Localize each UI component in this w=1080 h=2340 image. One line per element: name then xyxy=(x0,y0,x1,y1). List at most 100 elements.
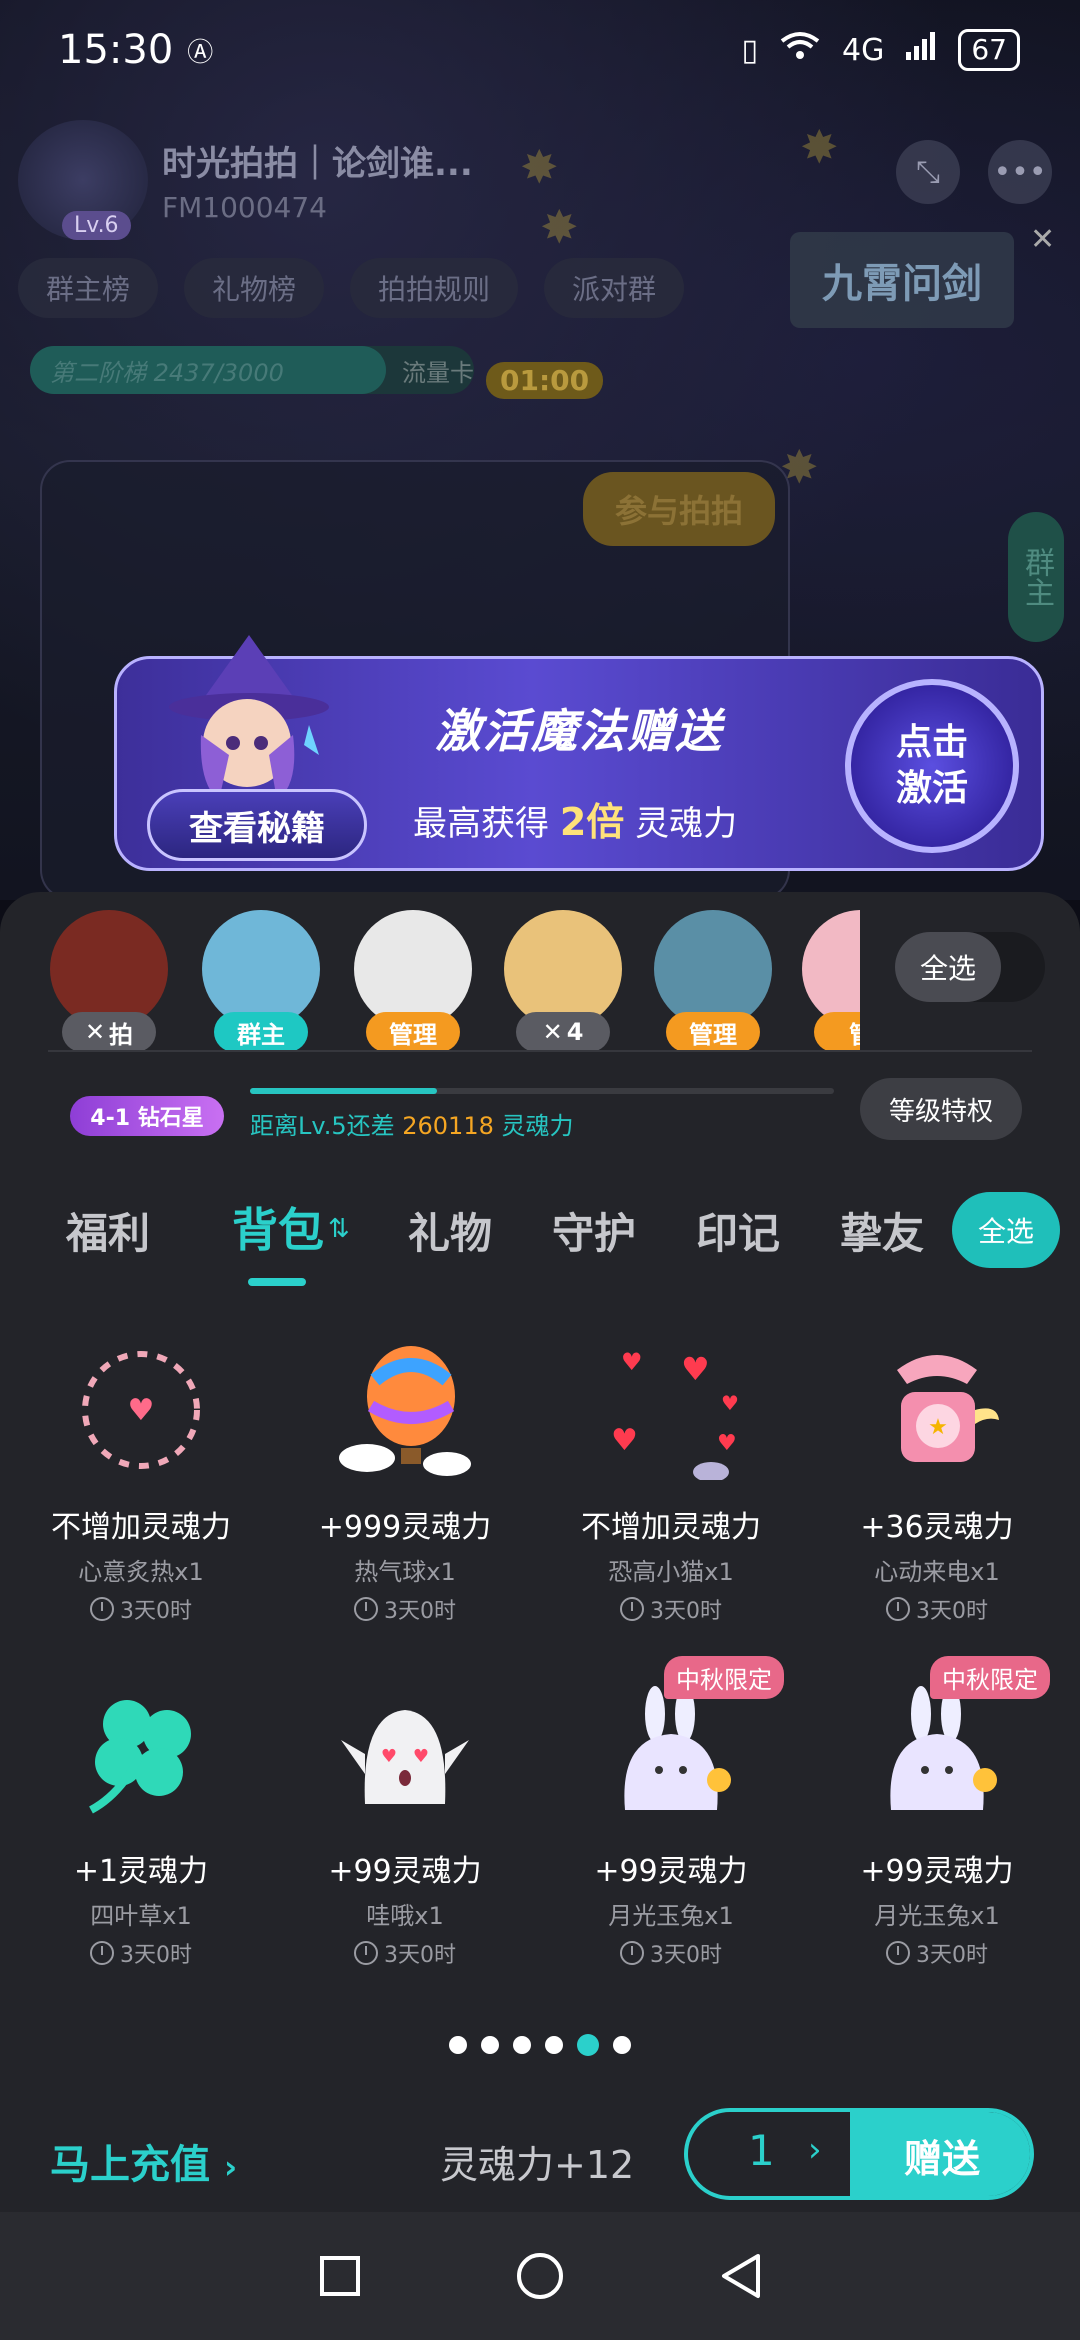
room-tab[interactable]: 礼物榜 xyxy=(184,258,325,318)
room-tab[interactable]: 群主榜 xyxy=(18,258,159,318)
gift-item[interactable]: ♥ 不增加灵魂力 心意炙热x1 3天0时 xyxy=(16,1340,266,1640)
pagination-dots xyxy=(0,2034,1080,2056)
pagination-dot[interactable] xyxy=(613,2036,631,2054)
minimize-icon[interactable]: ⤡ xyxy=(896,140,960,204)
mic-user-tag: ✕ 4 xyxy=(516,1012,610,1052)
gift-power: +99灵魂力 xyxy=(860,1854,1014,1889)
activate-button-label: 点击激活 xyxy=(895,722,968,809)
gift-name: 心意炙热x1 xyxy=(78,1558,204,1586)
pagination-dot[interactable] xyxy=(545,2036,563,2054)
countdown-timer: 01:00 xyxy=(486,362,604,399)
sort-icon[interactable]: ⇅ xyxy=(328,1214,350,1244)
network-type: 4G xyxy=(842,32,885,68)
more-icon[interactable]: ••• xyxy=(988,140,1052,204)
clock-icon xyxy=(620,1941,644,1965)
banner-title: 激活魔法赠送 xyxy=(435,704,723,758)
stage-progress-label: 第二阶梯 2437/3000 xyxy=(30,346,386,394)
gift-item[interactable]: ♥ ♥ ♥ ♥ ♥ 不增加灵魂力 恐高小猫x1 3天0时 xyxy=(546,1340,796,1640)
send-button[interactable]: 赠送 xyxy=(850,2112,1030,2196)
battery-indicator: 67 xyxy=(958,29,1020,71)
select-all-gifts-button[interactable]: 全选 xyxy=(952,1192,1060,1268)
activation-banner[interactable]: 查看秘籍 激活魔法赠送 最高获得 2倍 灵魂力 点击激活 xyxy=(114,635,1044,871)
level-perks-button[interactable]: 等级特权 xyxy=(860,1078,1022,1140)
mic-user-tag: ✕ 拍 xyxy=(62,1012,156,1052)
level-badge: 4-1 钻石星 xyxy=(70,1096,224,1136)
gift-item[interactable]: 中秋限定 +99灵魂力 月光玉兔x1 3天0时 xyxy=(546,1656,796,1984)
select-all-users-toggle[interactable]: 全选 xyxy=(895,932,1045,1002)
svg-text:♥: ♥ xyxy=(381,1746,397,1767)
quantity-chevron-icon[interactable]: › xyxy=(808,2130,822,2170)
level-text-suffix: 灵魂力 xyxy=(501,1112,574,1140)
gift-item[interactable]: ♥ ♥ +99灵魂力 哇哦x1 3天0时 xyxy=(280,1684,530,1984)
tab-backpack[interactable]: 背包 xyxy=(232,1194,324,1260)
banner-multiplier: 2倍 xyxy=(559,800,625,844)
pagination-dot[interactable] xyxy=(513,2036,531,2054)
gift-power: +1灵魂力 xyxy=(73,1854,209,1889)
room-level-badge: Lv.6 xyxy=(62,211,131,240)
send-group: 1 › 赠送 xyxy=(684,2108,1034,2200)
tab-mark[interactable]: 印记 xyxy=(696,1200,780,1261)
recent-apps-icon[interactable] xyxy=(310,2246,370,2306)
app-store-icon: Ⓐ xyxy=(187,37,214,68)
soul-power-total: 灵魂力+12 xyxy=(440,2143,635,2187)
tab-guard[interactable]: 守护 xyxy=(552,1200,636,1261)
mic-user-tag-label: 4 xyxy=(566,1018,584,1046)
pagination-dot[interactable] xyxy=(449,2036,467,2054)
join-button[interactable]: 参与拍拍 xyxy=(583,472,776,546)
clock-icon xyxy=(354,1941,378,1965)
view-secrets-button[interactable]: 查看秘籍 xyxy=(147,789,367,861)
home-icon[interactable] xyxy=(510,2246,570,2306)
gift-expiry: 3天0时 xyxy=(546,1593,796,1625)
pagination-dot[interactable] xyxy=(577,2034,599,2056)
mic-user[interactable]: ✕ 4 xyxy=(502,910,624,1060)
close-icon[interactable]: ✕ xyxy=(1030,222,1055,257)
pagination-dot[interactable] xyxy=(481,2036,499,2054)
level-text-prefix: 距离Lv.5还差 xyxy=(250,1112,395,1140)
level-progress-fill xyxy=(250,1088,437,1094)
mic-user[interactable]: 群主 xyxy=(200,910,322,1060)
game-ad-card[interactable]: 九霄问剑 xyxy=(790,232,1014,328)
mic-user[interactable]: 管 xyxy=(800,910,860,1060)
send-bar: 马上充值 › 灵魂力+12 1 › 赠送 xyxy=(0,2082,1080,2212)
tab-welfare[interactable]: 福利 xyxy=(66,1200,150,1261)
gift-item[interactable]: +1灵魂力 四叶草x1 3天0时 xyxy=(16,1684,266,1984)
gift-item[interactable]: +999灵魂力 热气球x1 3天0时 xyxy=(280,1340,530,1640)
gift-item[interactable]: ★ +36灵魂力 心动来电x1 3天0时 xyxy=(812,1340,1062,1640)
clock-icon xyxy=(90,1597,114,1621)
hot-air-balloon-icon xyxy=(335,1340,475,1480)
status-bar: 15:30 Ⓐ ▯ 4G 67 xyxy=(0,0,1080,100)
back-icon[interactable] xyxy=(710,2246,770,2306)
system-nav-bar xyxy=(0,2212,1080,2340)
stage-progress-bar: 第二阶梯 2437/3000 流量卡 xyxy=(30,346,474,394)
gift-expiry: 3天0时 xyxy=(546,1937,796,1969)
clock-icon xyxy=(354,1597,378,1621)
mic-user[interactable]: ✕ 拍 xyxy=(48,910,170,1060)
divider xyxy=(48,1050,1032,1052)
svg-text:♥: ♥ xyxy=(413,1746,429,1767)
room-tab[interactable]: 派对群 xyxy=(544,258,685,318)
gift-expiry: 3天0时 xyxy=(280,1937,530,1969)
tab-bestie[interactable]: 挚友 xyxy=(840,1200,924,1261)
recharge-link[interactable]: 马上充值 › xyxy=(50,2132,237,2190)
activate-button[interactable]: 点击激活 xyxy=(845,679,1019,853)
room-tab[interactable]: 拍拍规则 xyxy=(350,258,519,318)
side-owner-label[interactable]: 群主 xyxy=(1008,512,1064,642)
telephone-icon: ★ xyxy=(867,1340,1007,1480)
traffic-card-label[interactable]: 流量卡 xyxy=(386,353,474,388)
ghost-icon: ♥ ♥ xyxy=(335,1684,475,1824)
avatar xyxy=(354,910,472,1028)
select-all-users-label: 全选 xyxy=(895,932,1001,1002)
room-avatar[interactable]: Lv.6 xyxy=(18,120,148,240)
quantity-value[interactable]: 1 xyxy=(748,2126,775,2175)
moon-rabbit-icon xyxy=(867,1684,1007,1824)
svg-text:♥: ♥ xyxy=(611,1423,638,1458)
mic-user[interactable]: 管理 xyxy=(652,910,774,1060)
gift-sheet: ✕拍 群主 管理 ✕4 管理 管 全选 4-1 钻石星 xyxy=(0,892,1080,2212)
clock-icon xyxy=(886,1941,910,1965)
avatar xyxy=(654,910,772,1028)
mic-user[interactable]: 管理 xyxy=(352,910,474,1060)
tab-gifts[interactable]: 礼物 xyxy=(408,1200,492,1261)
gift-tabs: 福利 背包 ⇅ 礼物 守护 印记 挚友 全选 xyxy=(60,1192,1060,1302)
gift-item[interactable]: 中秋限定 +99灵魂力 月光玉兔x1 3天0时 xyxy=(812,1656,1062,1984)
avatar xyxy=(504,910,622,1028)
